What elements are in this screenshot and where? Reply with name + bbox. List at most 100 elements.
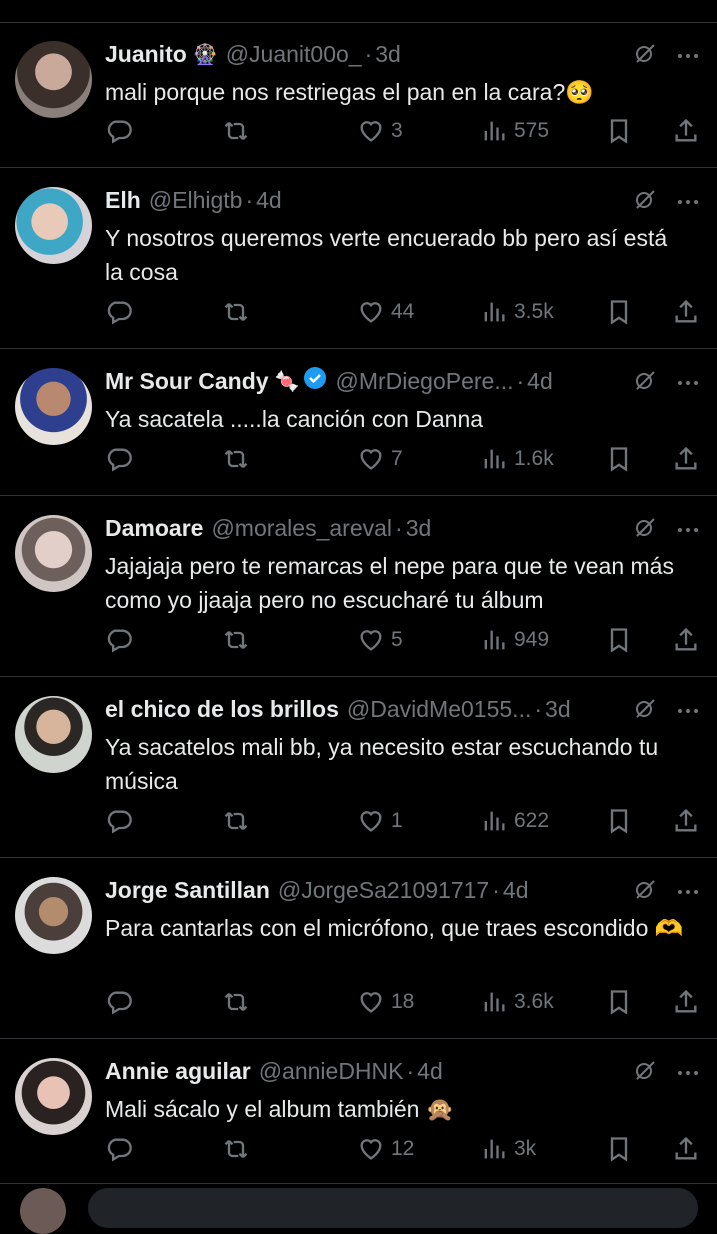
retweet-button[interactable]: [222, 1135, 256, 1163]
reply-tweet[interactable]: Mr Sour Candy 🍬 @MrDiegoPere... · 4d Ya …: [0, 349, 717, 496]
timestamp[interactable]: 3d: [406, 515, 432, 542]
timestamp[interactable]: 3d: [375, 41, 401, 68]
grok-icon[interactable]: [633, 368, 657, 397]
views-button[interactable]: 3.6k: [480, 988, 554, 1016]
user-handle[interactable]: @Juanit00o_: [226, 41, 362, 68]
views-button[interactable]: 1.6k: [480, 445, 554, 473]
heart-icon: [360, 449, 382, 470]
share-button[interactable]: [672, 298, 700, 326]
display-name[interactable]: Juanito: [105, 41, 187, 68]
reply-button[interactable]: [105, 988, 139, 1016]
reply-icon: [107, 629, 132, 653]
avatar[interactable]: [15, 41, 92, 118]
like-button[interactable]: 7: [357, 445, 403, 473]
more-options-icon[interactable]: [677, 521, 699, 539]
reply-button[interactable]: [105, 117, 139, 145]
user-handle[interactable]: @Elhigtb: [149, 187, 243, 214]
grok-icon[interactable]: [633, 1058, 657, 1087]
reply-tweet[interactable]: Juanito 🎡 @Juanit00o_ · 3d mali porque n…: [0, 22, 717, 168]
views-icon: [484, 811, 505, 831]
display-name[interactable]: Elh: [105, 187, 141, 214]
views-button[interactable]: 3k: [480, 1135, 536, 1163]
grok-icon[interactable]: [633, 696, 657, 725]
reply-button[interactable]: [105, 626, 139, 654]
bookmark-button[interactable]: [605, 1135, 633, 1163]
retweet-button[interactable]: [222, 298, 256, 326]
share-button[interactable]: [672, 117, 700, 145]
retweet-button[interactable]: [222, 988, 256, 1016]
grok-icon[interactable]: [633, 41, 657, 70]
user-handle[interactable]: @JorgeSa21091717: [278, 877, 489, 904]
more-options-icon[interactable]: [677, 193, 699, 211]
reply-button[interactable]: [105, 1135, 139, 1163]
more-options-icon[interactable]: [677, 47, 699, 65]
timestamp[interactable]: 4d: [256, 187, 282, 214]
display-name[interactable]: Damoare: [105, 515, 203, 542]
more-options-icon[interactable]: [677, 702, 699, 720]
current-user-avatar[interactable]: [20, 1188, 66, 1234]
like-button[interactable]: 5: [357, 626, 403, 654]
share-button[interactable]: [672, 988, 700, 1016]
display-name[interactable]: Mr Sour Candy: [105, 368, 269, 395]
bookmark-button[interactable]: [605, 807, 633, 835]
avatar[interactable]: [15, 368, 92, 445]
views-button[interactable]: 949: [480, 626, 549, 654]
share-button[interactable]: [672, 626, 700, 654]
like-button[interactable]: 3: [357, 117, 403, 145]
views-button[interactable]: 575: [480, 117, 549, 145]
tweet-text: Para cantarlas con el micrófono, que tra…: [105, 915, 684, 941]
tweet-text: Ya sacatelos mali bb, ya necesito estar …: [105, 734, 659, 794]
more-options-icon[interactable]: [677, 374, 699, 392]
avatar[interactable]: [15, 877, 92, 954]
retweet-button[interactable]: [222, 117, 256, 145]
reply-tweet[interactable]: Elh @Elhigtb · 4d Y nosotros queremos ve…: [0, 168, 717, 349]
share-button[interactable]: [672, 1135, 700, 1163]
timestamp[interactable]: 4d: [527, 368, 553, 395]
reply-tweet[interactable]: Jorge Santillan @JorgeSa21091717 · 4d Pa…: [0, 858, 717, 1039]
display-name[interactable]: Annie aguilar: [105, 1058, 251, 1085]
like-count: 7: [391, 447, 403, 470]
views-icon: [484, 630, 505, 650]
views-button[interactable]: 622: [480, 807, 549, 835]
bookmark-button[interactable]: [605, 298, 633, 326]
reply-button[interactable]: [105, 807, 139, 835]
bookmark-button[interactable]: [605, 626, 633, 654]
reply-tweet[interactable]: Annie aguilar @annieDHNK · 4d Mali sácal…: [0, 1039, 717, 1184]
display-name[interactable]: Jorge Santillan: [105, 877, 270, 904]
like-button[interactable]: 1: [357, 807, 403, 835]
timestamp[interactable]: 4d: [503, 877, 529, 904]
views-button[interactable]: 3.5k: [480, 298, 554, 326]
retweet-button[interactable]: [222, 807, 256, 835]
reply-input[interactable]: [88, 1188, 698, 1228]
share-button[interactable]: [672, 445, 700, 473]
more-options-icon[interactable]: [677, 883, 699, 901]
display-name[interactable]: el chico de los brillos: [105, 696, 339, 723]
reply-tweet[interactable]: el chico de los brillos @DavidMe0155... …: [0, 677, 717, 858]
bookmark-button[interactable]: [605, 988, 633, 1016]
reply-tweet[interactable]: Damoare @morales_areval · 3d Jajajaja pe…: [0, 496, 717, 677]
avatar[interactable]: [15, 696, 92, 773]
avatar[interactable]: [15, 515, 92, 592]
timestamp[interactable]: 3d: [545, 696, 571, 723]
avatar[interactable]: [15, 1058, 92, 1135]
user-handle[interactable]: @annieDHNK: [259, 1058, 404, 1085]
retweet-button[interactable]: [222, 626, 256, 654]
user-handle[interactable]: @DavidMe0155...: [347, 696, 531, 723]
share-button[interactable]: [672, 807, 700, 835]
like-button[interactable]: 44: [357, 298, 414, 326]
user-handle[interactable]: @MrDiegoPere...: [335, 368, 513, 395]
grok-icon[interactable]: [633, 187, 657, 216]
reply-button[interactable]: [105, 298, 139, 326]
avatar[interactable]: [15, 187, 92, 264]
more-options-icon[interactable]: [677, 1064, 699, 1082]
bookmark-button[interactable]: [605, 117, 633, 145]
like-button[interactable]: 12: [357, 1135, 414, 1163]
retweet-button[interactable]: [222, 445, 256, 473]
grok-icon[interactable]: [633, 877, 657, 906]
timestamp[interactable]: 4d: [417, 1058, 443, 1085]
user-handle[interactable]: @morales_areval: [211, 515, 392, 542]
grok-icon[interactable]: [633, 515, 657, 544]
reply-button[interactable]: [105, 445, 139, 473]
bookmark-button[interactable]: [605, 445, 633, 473]
like-button[interactable]: 18: [357, 988, 414, 1016]
